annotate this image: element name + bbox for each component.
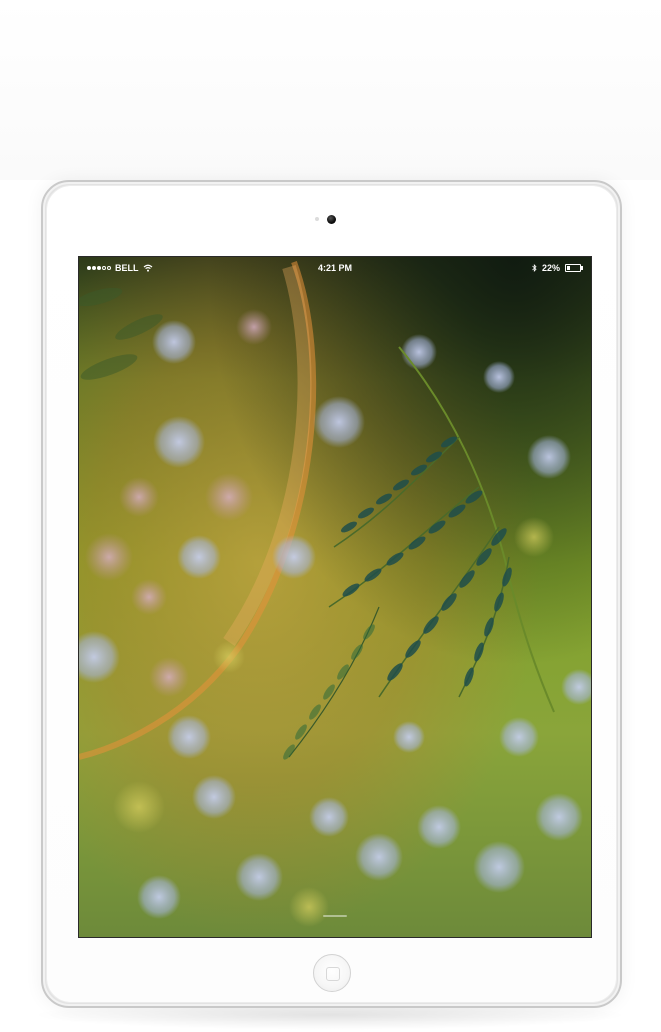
background-top (0, 0, 661, 180)
lock-screen-grabber[interactable] (323, 915, 347, 917)
ambient-light-sensor (315, 217, 319, 221)
battery-icon (565, 264, 583, 272)
status-time: 4:21 PM (317, 263, 352, 273)
tablet-device: BELL 4:21 PM 22% (41, 180, 622, 1008)
home-button[interactable] (313, 954, 351, 992)
front-camera-icon (327, 215, 336, 224)
battery-percent: 22% (541, 263, 560, 273)
status-bar: BELL 4:21 PM 22% (79, 257, 591, 277)
home-button-icon (326, 967, 340, 981)
battery-level-fill (567, 266, 570, 270)
device-screen[interactable]: BELL 4:21 PM 22% (78, 256, 592, 938)
wallpaper-image (79, 257, 591, 937)
bluetooth-icon (532, 264, 537, 272)
status-bar-right: 22% (532, 263, 583, 273)
